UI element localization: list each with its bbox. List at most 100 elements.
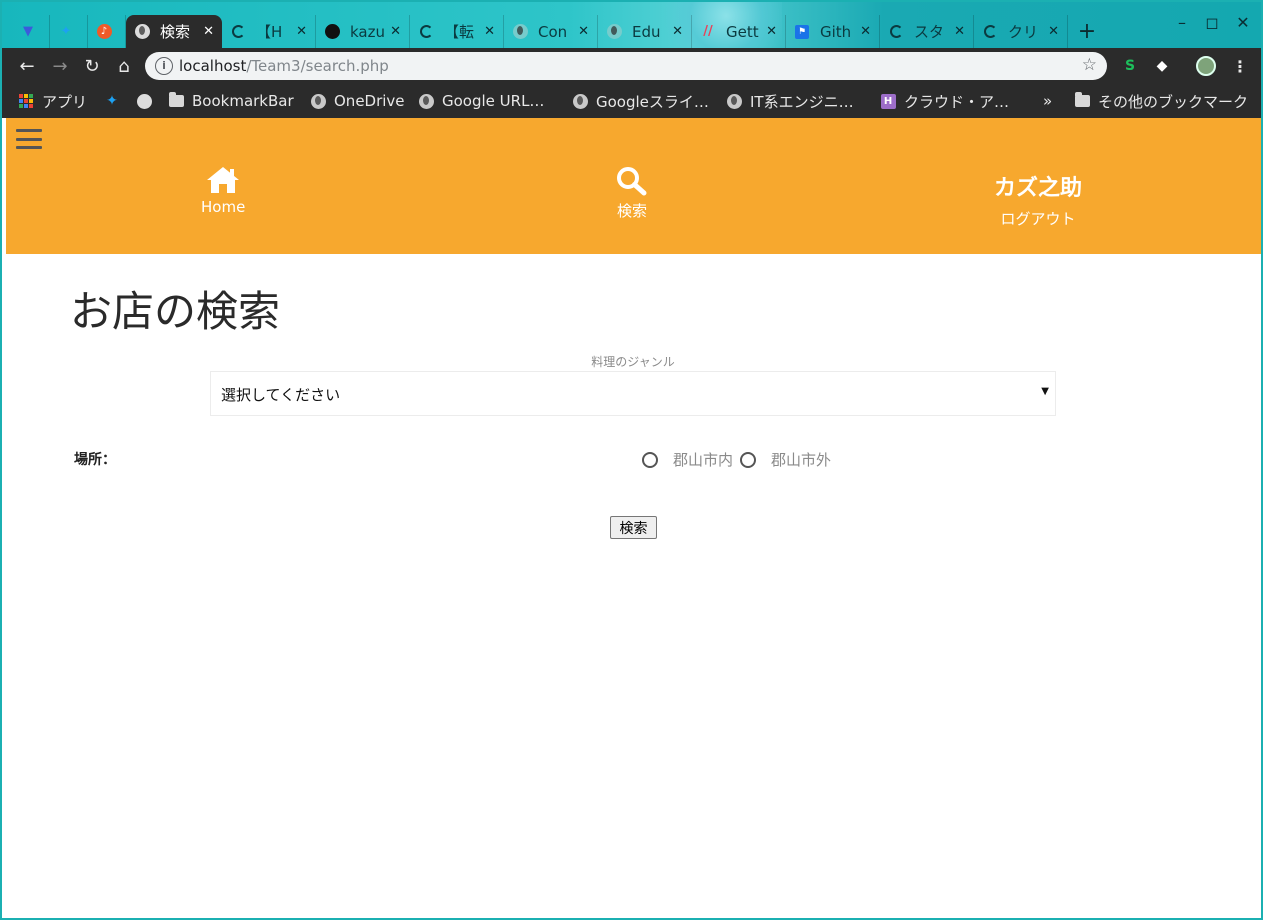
forward-arrow-icon[interactable]: → — [48, 54, 72, 78]
genre-label: 料理のジャンル — [591, 355, 675, 369]
nav-search[interactable]: 検索 — [616, 166, 648, 221]
search-icon — [617, 167, 647, 196]
maximize-icon[interactable]: ◻ — [1197, 10, 1227, 34]
bookmark-apps[interactable]: アプリ — [18, 90, 87, 112]
tab-item[interactable]: ⚑ Gith ✕ — [786, 15, 880, 48]
close-icon[interactable]: ✕ — [203, 24, 214, 39]
bookmark-twitter[interactable]: ✦ — [104, 90, 128, 112]
tab-title: 【H — [256, 23, 283, 41]
bookmark-folder[interactable]: BookmarkBar — [168, 90, 294, 112]
home-icon[interactable]: ⌂ — [112, 54, 136, 78]
github-icon — [324, 24, 340, 40]
minimize-icon[interactable]: – — [1167, 10, 1197, 34]
apps-grid-icon — [18, 93, 34, 109]
extension-diamond-icon[interactable]: ◆ — [1152, 56, 1172, 76]
dropdown-arrow-icon: ▼ — [1041, 386, 1049, 397]
site-info-icon[interactable]: i — [155, 57, 173, 75]
bookmark-onedrive[interactable]: OneDrive — [310, 90, 405, 112]
tab-title: Gith — [820, 22, 852, 41]
vpn-shield-icon: ▼ — [23, 24, 33, 39]
tab-twitter[interactable]: ✦ — [50, 15, 88, 48]
tab-title: Gett — [726, 22, 759, 41]
tab-item[interactable]: Con ✕ — [504, 15, 598, 48]
tab-item[interactable]: クリ ✕ — [974, 15, 1068, 48]
nav-search-label: 検索 — [616, 202, 647, 220]
bookmark-google-url[interactable]: Google URL… — [418, 90, 544, 112]
close-icon[interactable]: ✕ — [296, 24, 307, 39]
bookmark-github[interactable] — [136, 90, 160, 112]
browser-window: ▼ ✦ ♪ 検索 ✕ 【H ✕ kazu ✕ 【転 ✕ Con ✕ Edu ✕ … — [0, 0, 1263, 920]
radio-label: 郡山市外 — [771, 451, 832, 469]
bookmark-label: IT系エンジニ… — [750, 92, 854, 111]
web-page: Home 検索 カズ之助 ログアウト お店の検索 料理のジャンル 選択してくださ… — [6, 118, 1261, 918]
bookmark-label: アプリ — [42, 92, 88, 111]
bookmark-label: クラウド・ア… — [904, 92, 1010, 111]
bookmark-star-icon[interactable]: ☆ — [1082, 55, 1097, 75]
genre-selected-value: 選択してください — [221, 386, 341, 404]
tab-music[interactable]: ♪ — [88, 15, 126, 48]
nav-home-label: Home — [201, 198, 246, 216]
reload-icon[interactable]: ↻ — [80, 54, 104, 78]
globe-icon — [310, 93, 326, 109]
radio-circle[interactable] — [642, 451, 658, 468]
loading-spinner-icon — [982, 24, 998, 40]
close-icon[interactable]: ✕ — [1048, 24, 1059, 39]
twitter-bird-icon: ✦ — [106, 93, 118, 109]
tab-strip: ▼ ✦ ♪ 検索 ✕ 【H ✕ kazu ✕ 【転 ✕ Con ✕ Edu ✕ … — [2, 2, 1261, 48]
bookmark-overflow-button[interactable]: » — [1043, 90, 1052, 112]
tab-vpn[interactable]: ▼ — [12, 15, 50, 48]
close-icon[interactable]: ✕ — [672, 24, 683, 39]
globe-icon — [726, 93, 742, 109]
address-bar[interactable]: i localhost/Team3/search.php ☆ — [145, 52, 1107, 80]
nav-home[interactable]: Home — [201, 166, 245, 216]
page-title: お店の検索 — [70, 287, 281, 336]
logout-link[interactable]: ログアウト — [1001, 208, 1076, 229]
tab-item[interactable]: Edu ✕ — [598, 15, 692, 48]
radio-circle[interactable] — [740, 451, 756, 468]
tab-item[interactable]: kazu ✕ — [316, 15, 410, 48]
bookmark-label: Google URL… — [442, 92, 545, 110]
close-icon[interactable]: ✕ — [390, 24, 401, 39]
radio-inside-koriyama[interactable]: 郡山市内 — [642, 449, 733, 470]
url-text[interactable]: localhost/Team3/search.php — [179, 57, 389, 75]
globe-icon — [512, 24, 528, 40]
close-icon[interactable]: ✕ — [860, 24, 871, 39]
heroku-icon: H — [880, 93, 896, 109]
close-icon[interactable]: ✕ — [766, 24, 777, 39]
folder-icon — [1074, 92, 1090, 109]
radio-label: 郡山市内 — [673, 451, 734, 469]
bookmark-it-engineer[interactable]: IT系エンジニ… — [726, 90, 854, 112]
bookmark-cloud[interactable]: H クラウド・ア… — [880, 90, 1009, 112]
bookmark-other-folder[interactable]: その他のブックマーク — [1074, 90, 1248, 112]
search-button[interactable]: 検索 — [610, 516, 657, 539]
close-icon[interactable]: ✕ — [578, 24, 589, 39]
close-icon[interactable]: ✕ — [954, 24, 965, 39]
tab-item[interactable]: 【転 ✕ — [410, 15, 504, 48]
tab-list: ▼ ✦ ♪ 検索 ✕ 【H ✕ kazu ✕ 【転 ✕ Con ✕ Edu ✕ … — [12, 15, 1100, 48]
tab-title: スタ — [914, 23, 945, 41]
menu-kebab-icon[interactable]: ⋮ — [1230, 56, 1250, 76]
hamburger-menu-icon[interactable] — [16, 129, 42, 149]
user-name: カズ之助 — [994, 176, 1083, 201]
radio-outside-koriyama[interactable]: 郡山市外 — [740, 449, 831, 470]
tab-title: kazu — [350, 22, 385, 41]
tab-item[interactable]: 【H ✕ — [222, 15, 316, 48]
bookmark-google-slides[interactable]: Googleスライ… — [572, 90, 709, 112]
bookmark-label: その他のブックマーク — [1098, 92, 1249, 111]
stripes-icon: // — [703, 24, 713, 39]
close-icon[interactable]: ✕ — [484, 24, 495, 39]
new-tab-button[interactable]: + — [1074, 18, 1100, 44]
back-arrow-icon[interactable]: ← — [15, 54, 39, 78]
tab-search-active[interactable]: 検索 ✕ — [126, 15, 222, 48]
folder-icon — [168, 92, 184, 109]
github-icon — [136, 93, 152, 109]
window-close-icon[interactable]: ✕ — [1228, 10, 1258, 34]
tab-item[interactable]: // Gett ✕ — [692, 15, 786, 48]
bookmark-label: OneDrive — [334, 92, 405, 110]
profile-avatar[interactable] — [1196, 56, 1216, 76]
tab-item[interactable]: スタ ✕ — [880, 15, 974, 48]
extension-s-icon[interactable]: S — [1120, 56, 1140, 76]
url-host: localhost — [179, 57, 247, 75]
bookmark-label: BookmarkBar — [192, 92, 294, 110]
genre-select[interactable]: 選択してください ▼ — [210, 371, 1056, 416]
